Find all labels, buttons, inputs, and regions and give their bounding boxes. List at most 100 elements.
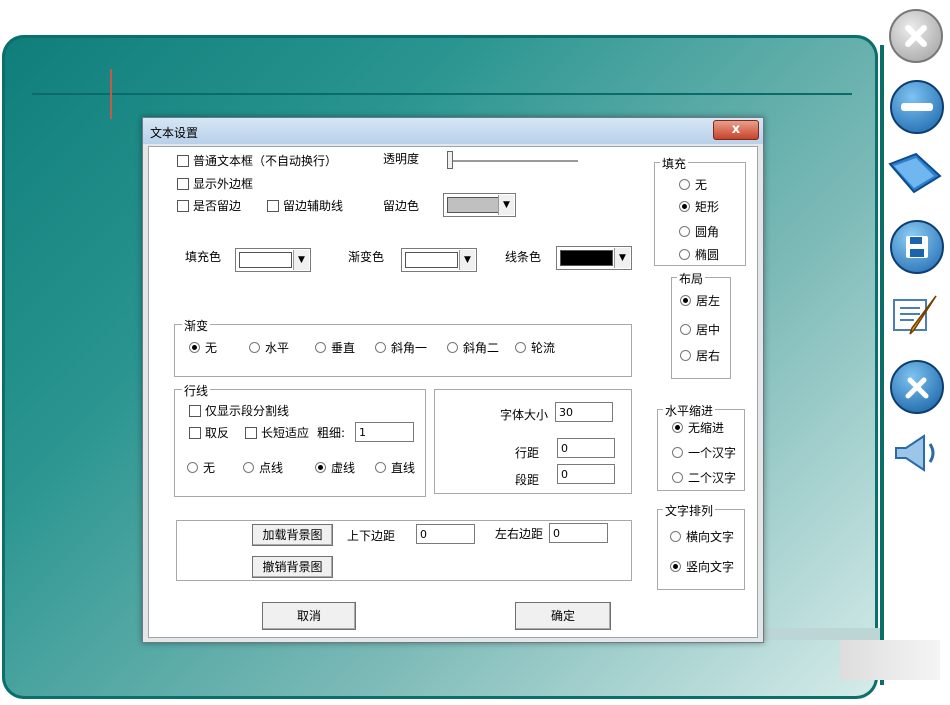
gradient-option-diag2-label: 斜角二: [463, 341, 500, 355]
indent-none-radio[interactable]: [672, 422, 683, 433]
text-direction-group-label: 文字排列: [663, 502, 716, 519]
dialog-client-area: 普通文本框（不自动换行） 透明度 显示外边框 是否留边 留边辅助线 留边色 ▼ …: [148, 146, 758, 638]
fill-option-rect-radio[interactable]: [679, 201, 690, 212]
gradient-option-diag1-radio[interactable]: [375, 342, 386, 353]
line-color-swatch: [560, 250, 613, 266]
dialog-title: 文本设置: [150, 126, 199, 140]
indent-one-char-radio[interactable]: [672, 447, 683, 458]
gradient-option-diag2-radio[interactable]: [447, 342, 458, 353]
layout-left-radio[interactable]: [680, 295, 691, 306]
margin-color-label: 留边色: [383, 199, 420, 213]
line-color-label: 线条色: [505, 250, 542, 264]
gradient-color-label: 渐变色: [348, 250, 385, 264]
gradient-option-alternate-radio[interactable]: [515, 342, 526, 353]
row-lines-group-label: 行线: [182, 382, 211, 399]
only-paragraph-lines-checkbox[interactable]: [189, 405, 201, 417]
margin-guide-label: 留边辅助线: [283, 199, 344, 213]
indent-one-char-label: 一个汉字: [688, 446, 737, 460]
gradient-option-horizontal-radio[interactable]: [249, 342, 260, 353]
transparency-slider-handle[interactable]: [447, 151, 453, 169]
gradient-color-select[interactable]: ▼: [401, 248, 477, 272]
chevron-down-icon: ▼: [614, 248, 630, 268]
fill-option-rounded-label: 圆角: [695, 225, 720, 239]
invert-label: 取反: [205, 426, 230, 440]
text-vertical-label: 竖向文字: [686, 560, 735, 574]
edit-icon[interactable]: [890, 290, 942, 340]
gradient-option-vertical-radio[interactable]: [315, 342, 326, 353]
gradient-option-vertical-label: 垂直: [331, 341, 356, 355]
line-color-select[interactable]: ▼: [556, 246, 632, 270]
slide-edge: [880, 45, 884, 685]
thickness-input[interactable]: 1: [355, 422, 414, 442]
transparency-label: 透明度: [383, 152, 420, 166]
adapt-length-label: 长短适应: [261, 426, 310, 440]
plain-textbox-label: 普通文本框（不自动换行）: [193, 154, 338, 168]
fill-option-none-label: 无: [695, 178, 708, 192]
slide-accent-line: [110, 69, 112, 119]
indent-two-char-label: 二个汉字: [688, 471, 737, 485]
speaker-icon[interactable]: [890, 428, 942, 478]
line-style-dotted-label: 点线: [259, 461, 284, 475]
gradient-option-alternate-label: 轮流: [531, 341, 556, 355]
plain-textbox-checkbox[interactable]: [177, 155, 189, 167]
fill-option-ellipse-radio[interactable]: [679, 249, 690, 260]
load-background-button[interactable]: 加载背景图: [252, 524, 333, 546]
folder-icon[interactable]: [888, 150, 942, 196]
layout-right-label: 居右: [696, 349, 721, 363]
line-spacing-input[interactable]: 0: [557, 438, 615, 458]
vertical-margin-label: 上下边距: [347, 529, 396, 543]
text-horizontal-radio[interactable]: [670, 531, 681, 542]
font-size-label: 字体大小: [500, 408, 549, 422]
line-style-solid-radio[interactable]: [375, 462, 386, 473]
line-style-dotted-radio[interactable]: [243, 462, 254, 473]
font-size-input[interactable]: 30: [555, 402, 613, 422]
horizontal-margin-input[interactable]: 0: [549, 523, 608, 543]
fill-color-swatch: [239, 252, 292, 268]
margin-color-swatch: [447, 197, 499, 213]
vertical-margin-input[interactable]: 0: [416, 524, 475, 544]
line-style-none-label: 无: [203, 461, 216, 475]
blur-artifact: [760, 628, 880, 640]
show-border-label: 显示外边框: [193, 177, 254, 191]
dialog-titlebar: 文本设置 x: [143, 118, 763, 144]
layout-center-radio[interactable]: [680, 324, 691, 335]
blur-artifact: [840, 640, 940, 680]
cancel-background-button[interactable]: 撤销背景图: [252, 556, 333, 578]
cancel-button[interactable]: 取消: [262, 602, 356, 630]
line-style-dashed-radio[interactable]: [315, 462, 326, 473]
line-style-dashed-label: 虚线: [331, 461, 356, 475]
adapt-length-checkbox[interactable]: [245, 427, 257, 439]
invert-checkbox[interactable]: [189, 427, 201, 439]
chevron-down-icon: ▼: [293, 250, 309, 270]
line-style-solid-label: 直线: [391, 461, 416, 475]
line-style-none-radio[interactable]: [187, 462, 198, 473]
fill-option-rounded-radio[interactable]: [679, 226, 690, 237]
only-paragraph-lines-label: 仅显示段分割线: [205, 404, 290, 418]
tools-icon[interactable]: [890, 360, 944, 414]
text-settings-dialog: 文本设置 x 普通文本框（不自动换行） 透明度 显示外边框 是否留边 留边辅助线…: [142, 117, 764, 643]
layout-group-label: 布局: [677, 270, 706, 287]
gradient-option-none-label: 无: [205, 341, 218, 355]
margin-color-select[interactable]: ▼: [443, 193, 516, 217]
gradient-option-none-radio[interactable]: [189, 342, 200, 353]
indent-none-label: 无缩进: [688, 421, 725, 435]
minimize-icon[interactable]: [890, 80, 944, 134]
horizontal-margin-label: 左右边距: [495, 527, 544, 541]
margin-guide-checkbox[interactable]: [267, 200, 279, 212]
close-icon[interactable]: [889, 9, 943, 63]
transparency-slider-track[interactable]: [451, 160, 578, 162]
save-icon[interactable]: [890, 220, 944, 274]
show-border-checkbox[interactable]: [177, 178, 189, 190]
text-vertical-radio[interactable]: [670, 561, 681, 572]
layout-right-radio[interactable]: [680, 350, 691, 361]
paragraph-spacing-input[interactable]: 0: [557, 464, 615, 484]
dialog-close-button[interactable]: x: [713, 120, 759, 140]
keep-margin-checkbox[interactable]: [177, 200, 189, 212]
fill-option-none-radio[interactable]: [679, 179, 690, 190]
indent-two-char-radio[interactable]: [672, 472, 683, 483]
indent-group-label: 水平缩进: [663, 402, 716, 419]
fill-color-select[interactable]: ▼: [235, 248, 311, 272]
ok-button[interactable]: 确定: [515, 602, 611, 630]
text-horizontal-label: 横向文字: [686, 530, 735, 544]
gradient-color-swatch: [405, 252, 458, 268]
